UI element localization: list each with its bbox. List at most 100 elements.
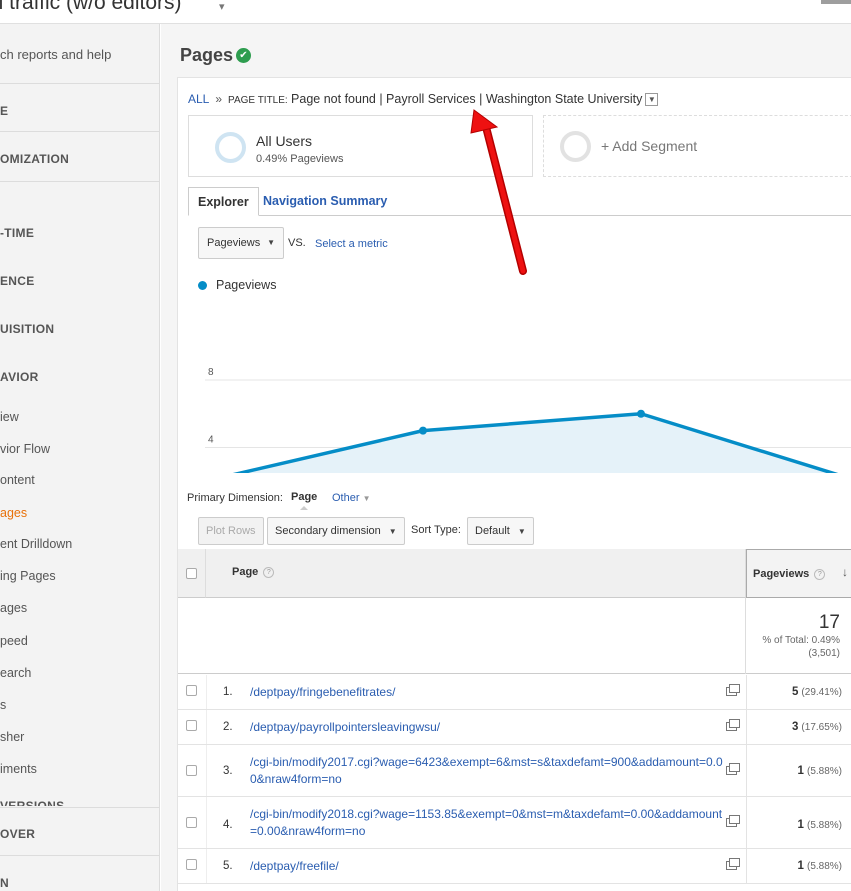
column-divider	[206, 710, 207, 744]
totals-row: 17 % of Total: 0.49% (3,501)	[178, 598, 851, 674]
tab-navigation-summary[interactable]: Navigation Summary	[254, 187, 396, 216]
help-icon[interactable]: ?	[263, 566, 275, 578]
header-pageviews-text: Pageviews	[753, 568, 810, 580]
selected-indicator	[300, 506, 308, 510]
check-shield-icon: ✔	[236, 48, 251, 63]
table-row: 3. /cgi-bin/modify2017.cgi?wage=6423&exe…	[178, 745, 851, 797]
sidebar-item-landing-pages[interactable]: ing Pages	[0, 569, 56, 583]
add-segment-label: + Add Segment	[601, 138, 698, 154]
metric-dropdown[interactable]: Pageviews ▼	[198, 227, 284, 259]
open-external-icon[interactable]	[726, 719, 740, 731]
table-header-page[interactable]: Page?	[206, 549, 746, 598]
other-label: Other	[332, 492, 360, 504]
sort-type-value: Default	[475, 525, 510, 537]
row-pageviews: 1 (5.88%)	[746, 819, 842, 831]
help-icon[interactable]: ?	[814, 568, 826, 580]
column-divider	[206, 745, 207, 796]
chevron-down-icon: ▼	[267, 238, 275, 247]
secondary-dimension-dropdown[interactable]: Secondary dimension ▼	[267, 517, 405, 545]
page-title: Pages	[180, 45, 234, 65]
select-metric-link[interactable]: Select a metric	[315, 238, 388, 250]
vs-label: VS.	[288, 237, 306, 249]
sidebar-item-experiments[interactable]: iments	[0, 762, 37, 776]
main-content: Pages ✔ ALL » PAGE TITLE: Page not found |…	[161, 24, 851, 891]
sidebar-item-content-drilldown[interactable]: ent Drilldown	[0, 537, 72, 551]
table-header-select	[178, 549, 206, 598]
row-number: 3.	[223, 765, 233, 777]
segment-ring-icon	[215, 132, 246, 163]
primary-dimension-other[interactable]: Other ▼	[332, 492, 371, 504]
sidebar-item-exit-pages[interactable]: ages	[0, 601, 27, 615]
row-number: 1.	[223, 686, 233, 698]
view-name[interactable]: ll traffic (w/o editors)	[0, 0, 182, 15]
chevron-down-icon[interactable]: ▾	[219, 0, 225, 13]
row-percent: (5.88%)	[806, 766, 842, 777]
totals-pageviews: 17 % of Total: 0.49% (3,501)	[746, 598, 851, 674]
page-link[interactable]: /deptpay/fringebenefitrates/	[250, 684, 728, 701]
chevron-down-icon: ▼	[362, 494, 371, 503]
sidebar-section-discover[interactable]: OVER	[0, 827, 159, 841]
sort-descending-icon[interactable]: ↓	[842, 565, 848, 579]
sidebar-item-overview[interactable]: iew	[0, 410, 19, 424]
legend-label: Pageviews	[216, 278, 277, 292]
row-checkbox[interactable]	[186, 817, 197, 828]
sidebar-section-conversions[interactable]: VERSIONS	[0, 799, 159, 806]
sidebar-section-audience[interactable]: ENCE	[0, 274, 159, 288]
sidebar-section-acquisition[interactable]: UISITION	[0, 322, 159, 336]
add-segment-button[interactable]: + Add Segment	[543, 115, 851, 177]
sort-type-dropdown[interactable]: Default ▼	[467, 517, 534, 545]
open-external-icon[interactable]	[726, 815, 740, 827]
breadcrumb-separator: »	[215, 92, 223, 106]
segment-all-users[interactable]: All Users 0.49% Pageviews	[188, 115, 533, 177]
table-header-pageviews[interactable]: Pageviews? ↓	[746, 549, 851, 598]
column-divider	[206, 797, 207, 848]
open-external-icon[interactable]	[726, 684, 740, 696]
row-number: 5.	[223, 860, 233, 872]
segment-ring-icon	[560, 131, 591, 162]
divider	[0, 807, 159, 808]
select-all-checkbox[interactable]	[186, 568, 197, 579]
row-checkbox[interactable]	[186, 765, 197, 776]
search-placeholder[interactable]: ch reports and help	[0, 47, 111, 62]
divider	[0, 131, 159, 132]
y-tick-label: 4	[208, 435, 214, 446]
sidebar-item-site-speed[interactable]: peed	[0, 634, 28, 648]
sidebar-section-behavior[interactable]: AVIOR	[0, 370, 159, 384]
row-percent: (29.41%)	[801, 687, 842, 698]
sidebar-item-all-pages[interactable]: ages	[0, 506, 27, 520]
sidebar-search[interactable]: ch reports and help	[0, 24, 159, 84]
page-link[interactable]: /cgi-bin/modify2017.cgi?wage=6423&exempt…	[250, 754, 728, 788]
row-value: 3	[791, 721, 799, 733]
sidebar-section-realtime[interactable]: -TIME	[0, 226, 159, 240]
sidebar-item-site-search[interactable]: earch	[0, 666, 31, 680]
sidebar-item-publisher[interactable]: sher	[0, 730, 24, 744]
sidebar-section-admin[interactable]: N	[0, 876, 159, 890]
sidebar-section-customization[interactable]: OMIZATION	[0, 152, 159, 166]
row-checkbox[interactable]	[186, 685, 197, 696]
open-external-icon[interactable]	[726, 763, 740, 775]
row-checkbox[interactable]	[186, 720, 197, 731]
sidebar-item-events[interactable]: s	[0, 698, 6, 712]
data-point	[419, 426, 427, 435]
page-link[interactable]: /deptpay/payrollpointersleavingwsu/	[250, 719, 728, 736]
open-external-icon[interactable]	[726, 858, 740, 870]
sidebar-item-behavior-flow[interactable]: vior Flow	[0, 442, 50, 456]
table-row: 2. /deptpay/payrollpointersleavingwsu/ 3…	[178, 710, 851, 745]
breadcrumb-label: PAGE TITLE:	[228, 95, 288, 106]
tab-explorer[interactable]: Explorer	[188, 187, 259, 216]
page-link[interactable]: /cgi-bin/modify2018.cgi?wage=1153.85&exe…	[250, 806, 728, 840]
divider	[0, 855, 159, 856]
y-tick-label: 8	[208, 367, 214, 378]
primary-dimension-page[interactable]: Page	[291, 491, 317, 503]
breadcrumb-all-link[interactable]: ALL	[188, 92, 209, 106]
header-page-label: Page?	[232, 566, 275, 578]
chevron-down-icon[interactable]: ▼	[645, 93, 659, 107]
row-checkbox[interactable]	[186, 859, 197, 870]
sidebar-section-home[interactable]: E	[0, 104, 159, 118]
sidebar-item-site-content[interactable]: ontent	[0, 473, 35, 487]
row-number: 2.	[223, 721, 233, 733]
page-link[interactable]: /deptpay/freefile/	[250, 858, 728, 875]
plot-rows-button[interactable]: Plot Rows	[198, 517, 264, 545]
column-divider	[206, 849, 207, 883]
header-page-text: Page	[232, 566, 259, 578]
